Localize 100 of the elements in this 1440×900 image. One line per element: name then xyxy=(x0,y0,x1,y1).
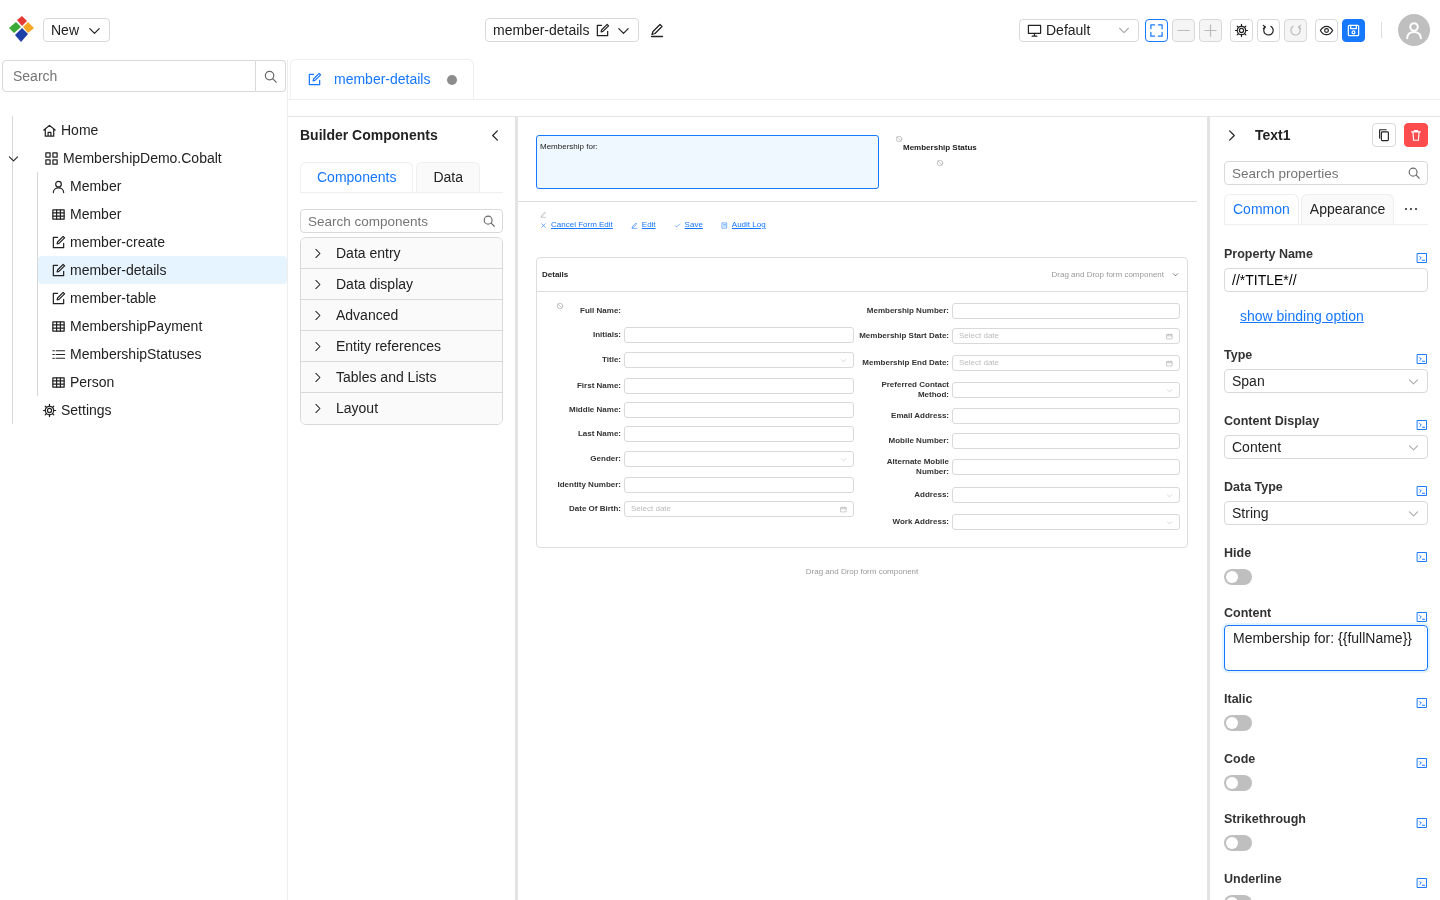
input-field[interactable] xyxy=(952,432,1180,449)
tree-item[interactable]: Person xyxy=(38,368,287,396)
trash-icon xyxy=(1409,128,1423,142)
text-component[interactable]: Membership for: xyxy=(536,135,879,189)
binding-icon[interactable] xyxy=(1416,252,1428,264)
binding-icon[interactable] xyxy=(1416,353,1428,365)
accordion-item[interactable]: Data display xyxy=(301,269,502,300)
binding-icon[interactable] xyxy=(1416,697,1428,709)
field-label: Mobile Number: xyxy=(887,435,950,446)
binding-icon[interactable] xyxy=(1416,419,1428,431)
select-field[interactable]: String xyxy=(1224,501,1428,525)
accordion-item[interactable]: Advanced xyxy=(301,300,502,331)
panel-title: Builder Components xyxy=(300,126,438,145)
tree-item[interactable]: Home xyxy=(1,116,287,144)
toggle-switch[interactable] xyxy=(1224,715,1252,731)
copy-button[interactable] xyxy=(1372,123,1396,147)
input-field[interactable] xyxy=(624,402,854,418)
select-field[interactable] xyxy=(952,514,1180,530)
panel-tab[interactable]: Components xyxy=(300,162,414,192)
accordion-item[interactable]: Entity references xyxy=(301,331,502,362)
edit-icon xyxy=(595,22,611,38)
panel-tab[interactable]: Common xyxy=(1224,194,1299,224)
delete-button[interactable] xyxy=(1404,123,1428,147)
chevron-down-icon xyxy=(1166,386,1173,394)
field-label: Middle Name: xyxy=(568,405,622,415)
field-label: Hide xyxy=(1224,545,1252,563)
select-field[interactable] xyxy=(624,451,854,467)
action-link[interactable]: Save xyxy=(673,219,703,231)
binding-icon[interactable] xyxy=(1416,551,1428,563)
settings-icon xyxy=(1234,22,1249,38)
input-field[interactable] xyxy=(624,377,854,394)
toggle-switch[interactable] xyxy=(1224,569,1252,585)
tree-item[interactable]: Member xyxy=(38,200,287,228)
field-label: Last Name: xyxy=(576,429,622,439)
home-icon xyxy=(42,122,57,138)
save-button[interactable] xyxy=(1342,18,1365,42)
tree-item[interactable]: MembershipStatuses xyxy=(38,340,287,368)
input-field[interactable] xyxy=(624,476,854,493)
tree-item[interactable]: Member xyxy=(38,172,287,200)
grid-icon xyxy=(44,150,59,166)
new-button[interactable]: New xyxy=(43,18,110,42)
input-field[interactable] xyxy=(952,303,1180,319)
pencil-icon[interactable] xyxy=(649,22,666,38)
input-field[interactable] xyxy=(624,426,854,442)
action-link[interactable]: Audit Log xyxy=(720,219,766,231)
action-link[interactable]: Edit xyxy=(630,219,656,231)
toggle-switch[interactable] xyxy=(1224,775,1252,791)
toggle-switch[interactable] xyxy=(1224,835,1252,851)
avatar-icon[interactable] xyxy=(1398,14,1430,46)
binding-icon[interactable] xyxy=(1416,757,1428,769)
field-label: Preferred Contact Method: xyxy=(880,380,950,400)
settings-button[interactable] xyxy=(1230,18,1253,42)
select-field[interactable]: Span xyxy=(1224,369,1428,393)
select-field[interactable] xyxy=(952,487,1180,503)
action-link[interactable]: Cancel Form Edit xyxy=(540,219,613,231)
field-label: Content Display xyxy=(1224,413,1320,431)
document-select[interactable]: member-details xyxy=(485,18,640,42)
save-icon xyxy=(1346,22,1361,38)
search-field[interactable]: Search properties xyxy=(1224,161,1428,185)
select-field[interactable] xyxy=(624,352,854,368)
undo-button[interactable] xyxy=(1257,18,1280,42)
tree-item[interactable]: member-details xyxy=(38,256,287,284)
pencil-icon xyxy=(630,221,638,229)
hidden-icon xyxy=(556,302,564,310)
binding-icon[interactable] xyxy=(1416,611,1428,623)
search-button[interactable] xyxy=(256,60,286,92)
binding-icon[interactable] xyxy=(1416,485,1428,497)
more-icon[interactable] xyxy=(1404,207,1419,211)
accordion-item[interactable]: Layout xyxy=(301,393,502,424)
panel-tab[interactable]: Data xyxy=(416,162,480,192)
search-field[interactable]: Search components xyxy=(300,209,503,233)
field-label: Type xyxy=(1224,347,1253,365)
select-field[interactable]: Content xyxy=(1224,435,1428,459)
preview-button[interactable] xyxy=(1315,18,1338,42)
calendar-icon xyxy=(1166,359,1173,367)
field-label: Gender: xyxy=(589,454,622,464)
app-logo[interactable] xyxy=(7,16,35,44)
binding-link[interactable]: show binding option xyxy=(1240,306,1364,327)
text-area[interactable]: Membership for: {{fullName}} xyxy=(1224,625,1428,671)
field-label: Content xyxy=(1224,605,1272,623)
table-icon xyxy=(51,206,66,222)
accordion-item[interactable]: Tables and Lists xyxy=(301,362,502,393)
input-field[interactable]: //*TITLE*// xyxy=(1224,268,1428,292)
view-select[interactable]: Default xyxy=(1019,18,1139,42)
select-field[interactable] xyxy=(952,382,1180,398)
tree-item[interactable]: member-table xyxy=(38,284,287,312)
tree-item[interactable]: MembershipDemo.Cobalt xyxy=(1,144,287,172)
fullscreen-button[interactable] xyxy=(1145,18,1168,42)
input-field[interactable] xyxy=(952,408,1180,424)
tree-item[interactable]: Settings xyxy=(1,396,287,424)
accordion-item[interactable]: Data entry xyxy=(301,238,502,269)
tree-item[interactable]: MembershipPayment xyxy=(38,312,287,340)
input-field[interactable] xyxy=(624,326,854,343)
tree-item[interactable]: member-create xyxy=(38,228,287,256)
input-field[interactable] xyxy=(952,459,1180,475)
search-field[interactable]: Search xyxy=(2,60,256,92)
panel-tab[interactable]: Appearance xyxy=(1300,194,1395,224)
binding-icon[interactable] xyxy=(1416,817,1428,829)
binding-icon[interactable] xyxy=(1416,877,1428,889)
document-tab[interactable]: member-details xyxy=(290,59,474,99)
